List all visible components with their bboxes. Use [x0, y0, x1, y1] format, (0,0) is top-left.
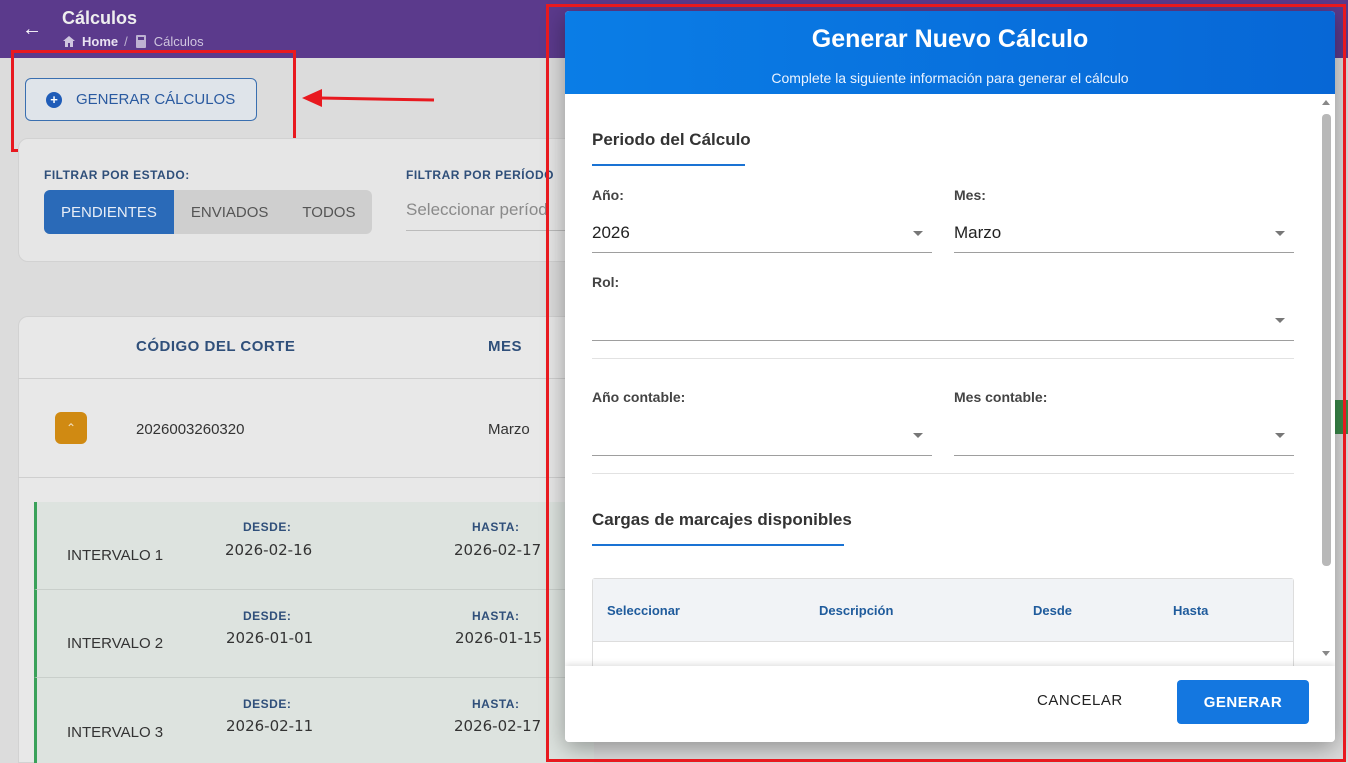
status-segmented-control: PENDIENTES ENVIADOS TODOS — [44, 190, 373, 234]
breadcrumb-current: Cálculos — [153, 34, 204, 49]
breadcrumb: Home / Cálculos — [62, 34, 204, 49]
interval-hasta-value: 2026-02-17 — [454, 541, 542, 559]
home-icon — [63, 36, 75, 47]
interval-desde-label: DESDE: — [243, 520, 292, 534]
interval-desde-value: 2026-01-01 — [226, 629, 314, 647]
interval-hasta-label: HASTA: — [472, 697, 520, 711]
status-option-todos[interactable]: TODOS — [285, 190, 372, 234]
expand-row-button[interactable]: ⌃ — [55, 412, 87, 444]
page-title: Cálculos — [62, 8, 138, 28]
annotation-highlight-dialog — [546, 4, 1346, 762]
interval-desde-label: DESDE: — [243, 609, 292, 623]
header-divider — [18, 378, 578, 379]
interval-desde-value: 2026-02-16 — [225, 541, 313, 559]
breadcrumb-separator: / — [124, 34, 128, 49]
interval-row: INTERVALO 3 DESDE: 2026-02-11 HASTA: 202… — [34, 678, 594, 763]
interval-hasta-label: HASTA: — [472, 609, 520, 623]
status-filter-label: FILTRAR POR ESTADO: — [44, 168, 190, 182]
interval-desde-value: 2026-02-11 — [226, 717, 314, 735]
annotation-arrow-icon — [302, 89, 435, 107]
interval-name: INTERVALO 1 — [67, 547, 164, 564]
back-arrow-icon[interactable]: ← — [22, 18, 42, 41]
interval-name: INTERVALO 3 — [67, 724, 164, 741]
interval-hasta-label: HASTA: — [472, 520, 520, 534]
breadcrumb-home[interactable]: Home — [82, 34, 118, 49]
interval-name: INTERVALO 2 — [67, 635, 164, 652]
column-header-mes[interactable]: MES — [488, 338, 522, 355]
calculator-icon — [135, 35, 146, 48]
status-option-enviados[interactable]: ENVIADOS — [174, 190, 286, 234]
interval-hasta-value: 2026-01-15 — [455, 629, 543, 647]
status-option-pendientes[interactable]: PENDIENTES — [44, 190, 174, 234]
column-header-codigo[interactable]: CÓDIGO DEL CORTE — [136, 338, 295, 355]
interval-row: INTERVALO 1 DESDE: 2026-02-16 HASTA: 202… — [34, 502, 594, 590]
row-mes: Marzo — [488, 421, 530, 438]
interval-row: INTERVALO 2 DESDE: 2026-01-01 HASTA: 202… — [34, 590, 594, 678]
interval-desde-label: DESDE: — [243, 697, 292, 711]
row-divider — [18, 477, 578, 478]
interval-hasta-value: 2026-02-17 — [454, 717, 542, 735]
annotation-highlight-button — [11, 50, 296, 152]
row-codigo: 2026003260320 — [136, 421, 245, 438]
period-filter-label: FILTRAR POR PERÍODO — [406, 168, 554, 182]
